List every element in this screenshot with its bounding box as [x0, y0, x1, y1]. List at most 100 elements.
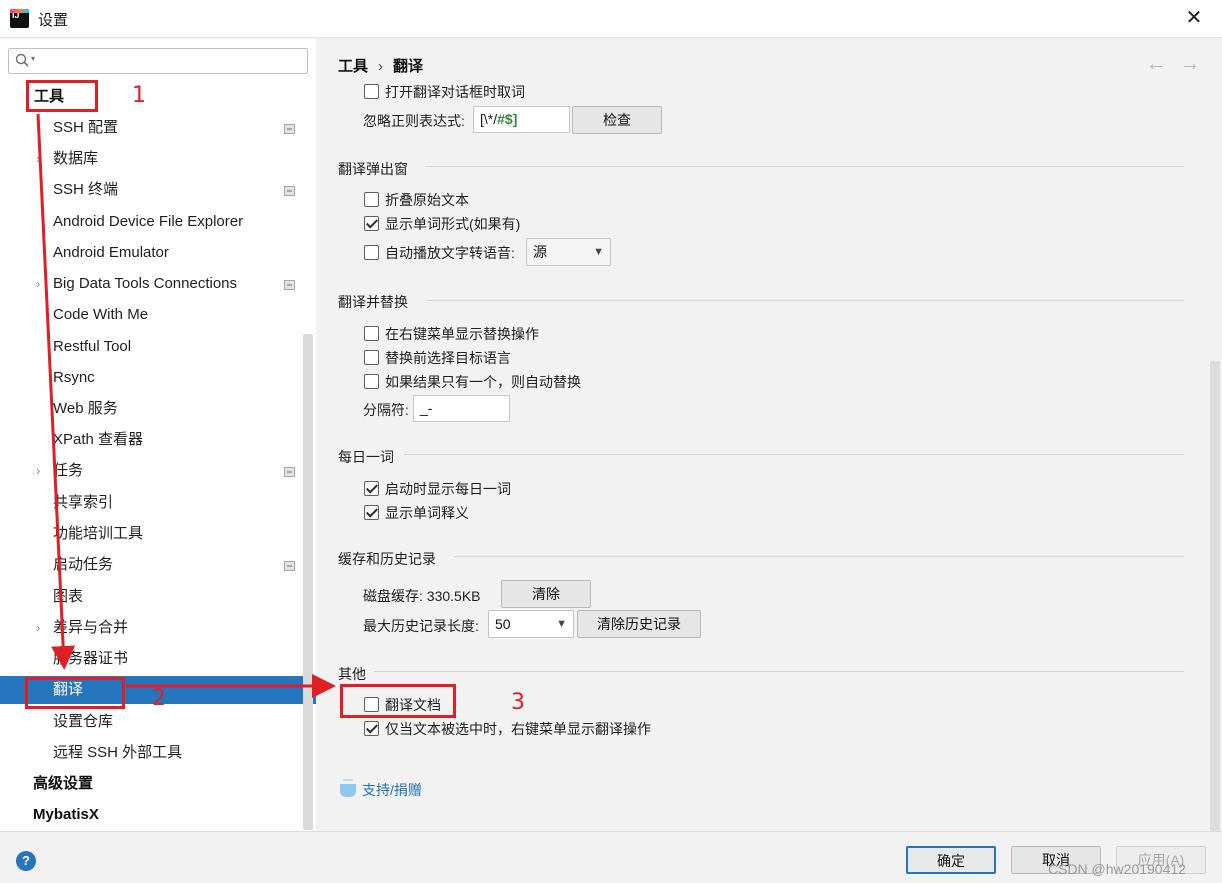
- sidebar-item-android-device-file-explorer[interactable]: Android Device File Explorer: [53, 208, 243, 236]
- sidebar-item-database[interactable]: 数据库: [53, 145, 98, 173]
- separator-input[interactable]: _-: [413, 395, 510, 422]
- sidebar-item-restful-tool[interactable]: Restful Tool: [53, 333, 131, 361]
- show-on-start-option[interactable]: 启动时显示每日一词: [364, 479, 511, 499]
- clear-cache-button[interactable]: 清除: [501, 580, 591, 608]
- section-divider: [454, 556, 1184, 557]
- other-section-title: 其他: [338, 666, 366, 682]
- chevron-right-icon[interactable]: ›: [36, 614, 46, 642]
- content-scrollbar[interactable]: [1210, 361, 1220, 831]
- section-divider: [374, 671, 1184, 672]
- autoplay-tts-label: 自动播放文字转语音:: [385, 245, 515, 261]
- sidebar-item-tasks[interactable]: 任务: [53, 457, 83, 485]
- sidebar-item-rsync[interactable]: Rsync: [53, 364, 95, 392]
- intellij-app-icon: IJ: [10, 9, 29, 28]
- project-level-icon: [284, 467, 295, 477]
- show-replace-menu-checkbox[interactable]: [364, 326, 379, 341]
- sidebar-item-remote-ssh-tools[interactable]: 远程 SSH 外部工具: [53, 739, 182, 767]
- fold-original-checkbox[interactable]: [364, 192, 379, 207]
- open-dialog-option[interactable]: 打开翻译对话框时取词: [364, 82, 525, 102]
- annotation-number: 3: [511, 690, 525, 715]
- annotation-number: 1: [132, 83, 146, 108]
- ignore-regex-label: 忽略正则表达式:: [363, 113, 465, 129]
- choose-target-language-label: 替换前选择目标语言: [385, 350, 511, 366]
- show-replace-menu-option[interactable]: 在右键菜单显示替换操作: [364, 324, 539, 344]
- sidebar-item-feature-trainer[interactable]: 功能培训工具: [53, 520, 143, 548]
- disk-cache-label: 磁盘缓存: 330.5KB: [363, 588, 481, 604]
- replace-section-title: 翻译并替换: [338, 294, 408, 310]
- project-level-icon: [284, 561, 295, 571]
- auto-replace-checkbox[interactable]: [364, 374, 379, 389]
- sidebar-item-server-certificates[interactable]: 服务器证书: [53, 645, 128, 673]
- help-icon[interactable]: ?: [16, 851, 36, 871]
- ignore-regex-input[interactable]: [\*/#$]: [473, 106, 570, 133]
- section-divider: [404, 454, 1184, 455]
- search-icon: [15, 53, 29, 67]
- dialog-footer: ? 确定 取消 应用(A) CSDN @hw20190412: [0, 831, 1222, 883]
- settings-search-input[interactable]: ▾: [8, 48, 308, 74]
- fold-original-option[interactable]: 折叠原始文本: [364, 190, 469, 210]
- show-explanation-option[interactable]: 显示单词释义: [364, 503, 469, 523]
- annotation-box-tools: [26, 80, 98, 112]
- sidebar-item-startup-tasks[interactable]: 启动任务: [53, 551, 113, 579]
- chevron-right-icon[interactable]: ›: [36, 145, 46, 173]
- sidebar-item-settings-repository[interactable]: 设置仓库: [53, 708, 113, 736]
- breadcrumb-current: 翻译: [393, 58, 424, 75]
- clear-history-button[interactable]: 清除历史记录: [577, 610, 701, 638]
- sidebar-item-ssh-config[interactable]: SSH 配置: [53, 114, 118, 142]
- max-history-value: 50: [495, 616, 511, 632]
- sidebar-item-big-data-tools[interactable]: Big Data Tools Connections: [53, 270, 237, 298]
- sidebar-scrollbar[interactable]: [303, 334, 313, 830]
- show-word-forms-option[interactable]: 显示单词形式(如果有): [364, 214, 520, 234]
- choose-target-language-checkbox[interactable]: [364, 350, 379, 365]
- chevron-right-icon[interactable]: ›: [36, 270, 46, 298]
- sidebar-item-web-services[interactable]: Web 服务: [53, 395, 118, 423]
- breadcrumb: 工具 › 翻译: [338, 55, 423, 76]
- annotation-number: 2: [152, 686, 166, 711]
- title-bar: IJ 设置 ✕: [0, 0, 1222, 38]
- sidebar-item-android-emulator[interactable]: Android Emulator: [53, 239, 169, 267]
- breadcrumb-separator: ›: [378, 58, 384, 75]
- autoplay-tts-option[interactable]: 自动播放文字转语音:: [364, 243, 515, 263]
- sidebar-item-mybatisx[interactable]: MybatisX: [33, 801, 99, 829]
- show-explanation-label: 显示单词释义: [385, 505, 469, 521]
- check-regex-button[interactable]: 检查: [572, 106, 662, 134]
- chevron-right-icon[interactable]: ›: [36, 457, 46, 485]
- sidebar-item-shared-indexes[interactable]: 共享索引: [53, 489, 113, 517]
- show-on-start-checkbox[interactable]: [364, 481, 379, 496]
- sidebar-item-code-with-me[interactable]: Code With Me: [53, 301, 148, 329]
- ok-button[interactable]: 确定: [906, 846, 996, 874]
- sidebar-item-xpath-viewer[interactable]: XPath 查看器: [53, 426, 143, 454]
- cup-icon: [340, 779, 356, 797]
- show-on-start-label: 启动时显示每日一词: [385, 481, 511, 497]
- autoplay-tts-checkbox[interactable]: [364, 245, 379, 260]
- only-selected-label: 仅当文本被选中时，右键菜单显示翻译操作: [385, 721, 651, 737]
- max-history-label: 最大历史记录长度:: [363, 618, 479, 634]
- autoplay-source-select[interactable]: 源 ▼: [526, 238, 611, 266]
- show-explanation-checkbox[interactable]: [364, 505, 379, 520]
- section-divider: [426, 300, 1184, 301]
- sidebar-item-diff-merge[interactable]: 差异与合并: [53, 614, 128, 642]
- choose-target-language-option[interactable]: 替换前选择目标语言: [364, 348, 511, 368]
- search-dropdown-icon[interactable]: ▾: [31, 54, 35, 63]
- support-donate-link[interactable]: 支持/捐赠: [340, 779, 422, 800]
- settings-sidebar: ▾ 工具 SSH 配置 › 数据库 SSH 终端 Android Device …: [0, 39, 316, 831]
- max-history-select[interactable]: 50 ▼: [488, 610, 574, 638]
- chevron-down-icon: ▼: [593, 246, 604, 258]
- regex-value-part: [\*/: [480, 111, 498, 127]
- csdn-watermark: CSDN @hw20190412: [1048, 861, 1186, 877]
- sidebar-item-advanced-settings[interactable]: 高级设置: [33, 770, 93, 798]
- open-dialog-label: 打开翻译对话框时取词: [385, 84, 525, 100]
- show-word-forms-checkbox[interactable]: [364, 216, 379, 231]
- sidebar-item-diagrams[interactable]: 图表: [53, 583, 83, 611]
- section-divider: [426, 166, 1184, 167]
- sidebar-item-ssh-terminal[interactable]: SSH 终端: [53, 176, 118, 204]
- auto-replace-option[interactable]: 如果结果只有一个，则自动替换: [364, 372, 581, 392]
- open-dialog-checkbox[interactable]: [364, 84, 379, 99]
- forward-arrow-icon[interactable]: →: [1180, 53, 1200, 76]
- only-selected-checkbox[interactable]: [364, 721, 379, 736]
- back-arrow-icon[interactable]: ←: [1146, 53, 1166, 76]
- breadcrumb-parent[interactable]: 工具: [338, 58, 368, 75]
- show-replace-menu-label: 在右键菜单显示替换操作: [385, 326, 539, 342]
- close-icon[interactable]: ✕: [1183, 6, 1205, 30]
- only-selected-option[interactable]: 仅当文本被选中时，右键菜单显示翻译操作: [364, 719, 651, 739]
